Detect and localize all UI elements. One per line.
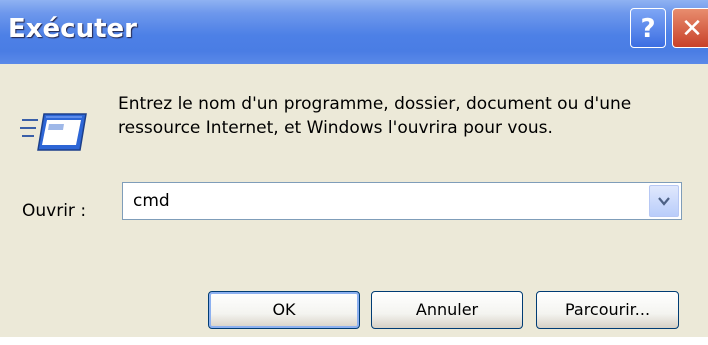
window-bottom-edge: [0, 337, 708, 345]
open-label: Ouvrir :: [22, 201, 87, 221]
dropdown-button[interactable]: [649, 185, 679, 217]
open-combobox[interactable]: cmd: [122, 182, 682, 220]
run-icon: [20, 110, 90, 160]
cancel-button[interactable]: Annuler: [371, 291, 523, 329]
dialog-description: Entrez le nom d'un programme, dossier, d…: [118, 94, 632, 138]
open-input[interactable]: cmd: [133, 191, 170, 211]
run-dialog: Exécuter ? ✕ Entrez le nom d'un programm…: [0, 0, 708, 345]
title-bar: Exécuter ? ✕: [0, 0, 708, 64]
browse-button[interactable]: Parcourir...: [536, 291, 679, 329]
chevron-down-icon: [658, 197, 670, 206]
help-button[interactable]: ?: [630, 8, 666, 48]
ok-button[interactable]: OK: [208, 291, 360, 329]
window-title: Exécuter: [8, 14, 137, 44]
dialog-body: Entrez le nom d'un programme, dossier, d…: [0, 64, 708, 337]
close-button[interactable]: ✕: [672, 8, 708, 48]
